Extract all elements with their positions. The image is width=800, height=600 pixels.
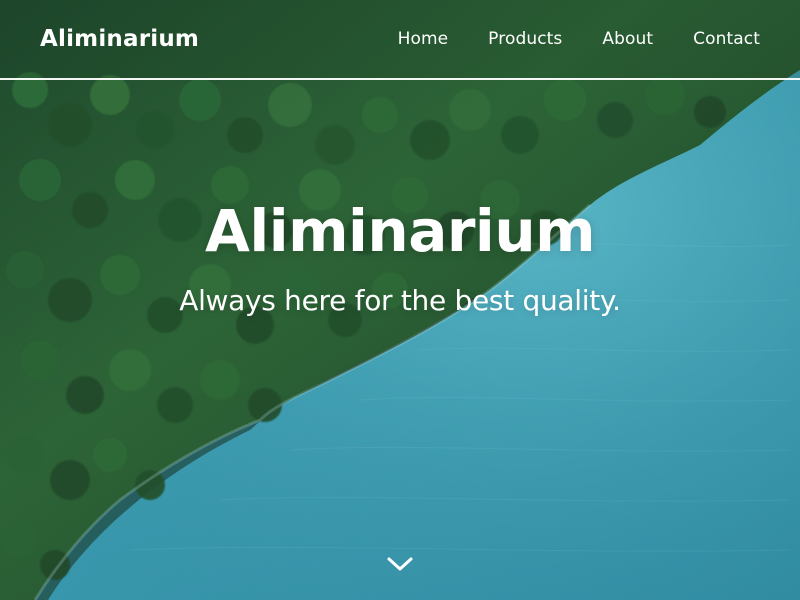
nav-link-contact[interactable]: Contact bbox=[693, 29, 760, 49]
nav-link-home[interactable]: Home bbox=[398, 29, 449, 49]
nav-link-products[interactable]: Products bbox=[488, 29, 562, 49]
chevron-down-icon bbox=[387, 557, 413, 571]
scroll-down-button[interactable] bbox=[380, 548, 420, 580]
site-header: Aliminarium Home Products About Contact bbox=[0, 0, 800, 78]
main-nav: Home Products About Contact bbox=[398, 29, 760, 49]
header-divider bbox=[0, 78, 800, 80]
landing-page: Aliminarium Home Products About Contact … bbox=[0, 0, 800, 600]
nav-link-about[interactable]: About bbox=[602, 29, 653, 49]
brand-logo-text[interactable]: Aliminarium bbox=[40, 26, 199, 52]
hero-background-image bbox=[0, 0, 800, 600]
